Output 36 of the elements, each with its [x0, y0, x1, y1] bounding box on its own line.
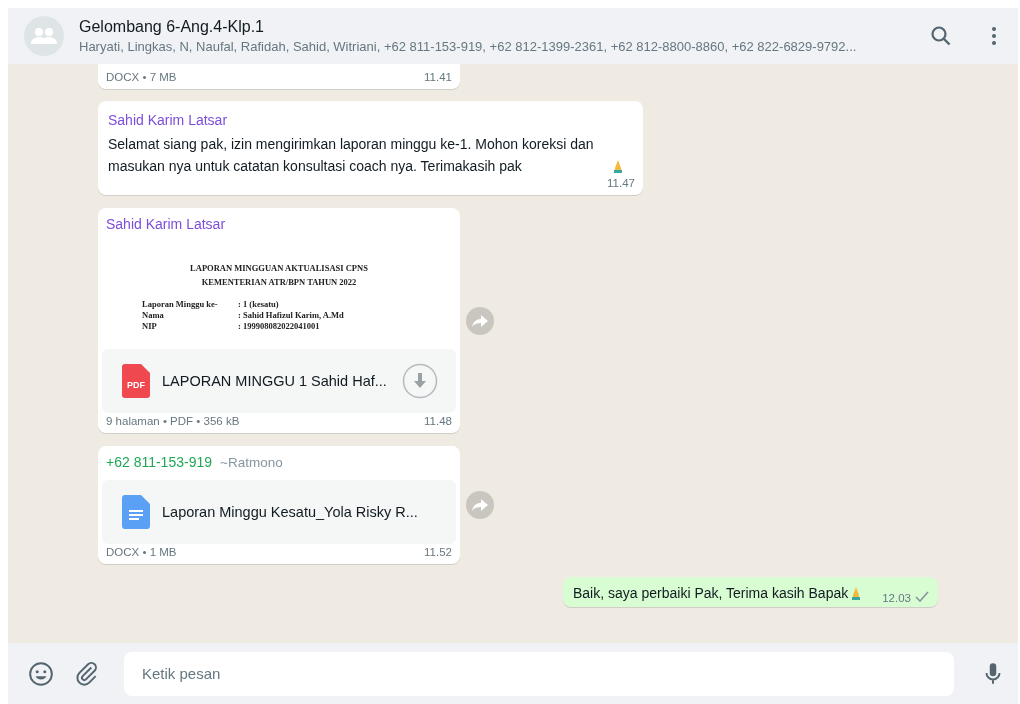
emoji-icon[interactable] [28, 660, 54, 687]
preview-label: Laporan Minggu ke- [142, 299, 219, 310]
preview-heading: LAPORAN MINGGUAN AKTUALISASI CPNS [189, 262, 369, 275]
search-icon[interactable] [929, 24, 953, 48]
file-meta: DOCX • 1 MB [106, 546, 177, 558]
file-attachment[interactable]: Laporan Minggu Kesatu_Yola Risky R... [102, 480, 456, 544]
sender-alias: ~Ratmono [220, 455, 283, 470]
preview-heading: KEMENTERIAN ATR/BPN TAHUN 2022 [200, 276, 358, 289]
message-text: Baik, saya perbaiki Pak, Terima kasih Bapak [573, 585, 849, 601]
pdf-file-icon: PDF [122, 364, 150, 398]
file-meta: 9 halaman • PDF • 356 kB [106, 415, 240, 427]
file-name: LAPORAN MINGGU 1 Sahid Haf... [162, 373, 388, 389]
file-attachment[interactable]: PDF LAPORAN MINGGU 1 Sahid Haf... [102, 349, 456, 413]
check-icon [915, 591, 929, 603]
message-time: 11.41 [424, 71, 452, 83]
sender-name[interactable]: Sahid Karim Latsar [108, 109, 635, 131]
paperclip-icon[interactable] [74, 660, 100, 687]
preview-label: NIP [142, 321, 158, 332]
message-time: 11.52 [424, 546, 452, 558]
sender-name[interactable]: Sahid Karim Latsar [106, 216, 226, 232]
member-list: Haryati, Lingkas, N, Naufal, Rafidah, Sahid, Witriani, +62 811-153-919, +62 812-1399-2361, +62 812-8800-8860, +62 822-6829-9792... [79, 39, 900, 54]
message-input[interactable]: Ketik pesan [124, 651, 954, 696]
message-time: 11.48 [424, 415, 452, 427]
message-text: Selamat siang pak, izin mengirimkan laporan minggu ke-1. Mohon koreksi dan masukan nya untuk catatan konsultasi coach nya. Terimakasih pak [108, 135, 595, 176]
file-name: Laporan Minggu Kesatu_Yola Risky R... [162, 504, 419, 520]
document-preview[interactable]: LAPORAN MINGGUAN AKTUALISASI CPNS KEMENTERIAN ATR/BPN TAHUN 2022 Laporan Minggu ke- : 1 (kesatu) Nama : Sahid Hafizul Karim, A.Md NIP : 199908082022041001 [102, 243, 456, 343]
file-meta: DOCX • 7 MB [106, 71, 177, 83]
preview-value: : 199908082022041001 [238, 321, 320, 332]
preview-value: : 1 (kesatu) [238, 299, 279, 310]
message-time: 12.03 [882, 592, 911, 604]
preview-label: Nama [142, 310, 165, 321]
preview-value: : Sahid Hafizul Karim, A.Md [238, 310, 344, 321]
download-icon[interactable] [402, 363, 438, 399]
document-file-icon [122, 495, 150, 529]
group-title[interactable]: Gelombang 6-Ang.4-Klp.1 [79, 18, 900, 36]
message-time: 11.47 [607, 177, 635, 189]
